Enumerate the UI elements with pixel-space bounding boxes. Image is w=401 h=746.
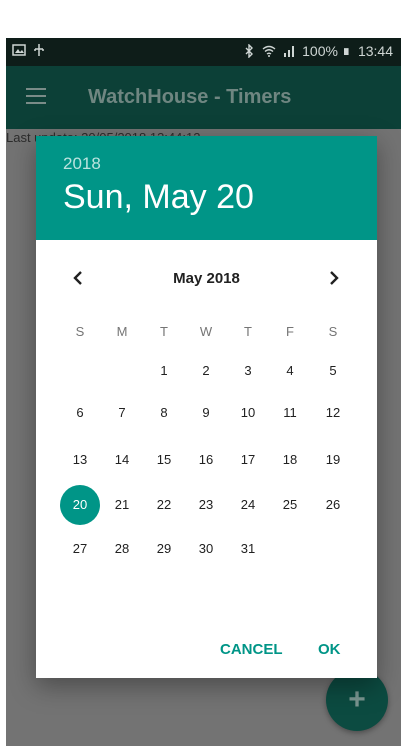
clock: 13:44 <box>357 43 393 59</box>
calendar-day[interactable]: 22 <box>144 485 184 525</box>
calendar-day[interactable]: 29 <box>144 529 184 569</box>
next-month-icon[interactable] <box>322 266 346 290</box>
calendar-day[interactable]: 3 <box>228 351 268 391</box>
usb-icon <box>34 44 44 56</box>
calendar-day[interactable]: 6 <box>60 393 100 433</box>
calendar-day[interactable]: 13 <box>60 440 100 480</box>
weekday-label: M <box>116 324 128 339</box>
date-picker-header: 2018 Sun, May 20 <box>36 136 377 240</box>
weekday-label: S <box>75 324 85 339</box>
status-bar: 100% 13:44 <box>6 38 401 66</box>
calendar-day[interactable]: 7 <box>102 393 142 433</box>
calendar-day[interactable]: 2 <box>186 351 226 391</box>
calendar-day[interactable]: 24 <box>228 485 268 525</box>
calendar-day[interactable]: 19 <box>313 440 353 480</box>
calendar-day[interactable]: 27 <box>60 529 100 569</box>
gallery-icon <box>12 44 26 56</box>
wifi-icon <box>262 45 276 57</box>
hamburger-menu-icon[interactable] <box>26 88 46 104</box>
calendar-day[interactable]: 16 <box>186 440 226 480</box>
signal-icon <box>284 46 295 57</box>
calendar-day-selected[interactable]: 20 <box>60 485 100 525</box>
weekday-label: S <box>328 324 338 339</box>
header-selected-date[interactable]: Sun, May 20 <box>63 178 254 217</box>
calendar-day[interactable]: 15 <box>144 440 184 480</box>
plus-icon: + <box>348 683 366 716</box>
ok-button[interactable]: OK <box>318 641 341 658</box>
calendar-day[interactable]: 30 <box>186 529 226 569</box>
calendar-day[interactable]: 1 <box>144 351 184 391</box>
header-year[interactable]: 2018 <box>63 154 101 174</box>
weekday-label: F <box>286 324 294 339</box>
add-timer-button[interactable]: + <box>326 669 388 731</box>
date-picker-dialog: 2018 Sun, May 20 May 2018 SMTWTFS 123456… <box>36 136 377 678</box>
calendar-day[interactable]: 5 <box>313 351 353 391</box>
calendar-day[interactable]: 18 <box>270 440 310 480</box>
calendar-day[interactable]: 11 <box>270 393 310 433</box>
calendar-day[interactable]: 10 <box>228 393 268 433</box>
bluetooth-icon <box>245 44 254 58</box>
calendar-day[interactable]: 25 <box>270 485 310 525</box>
calendar-day[interactable]: 17 <box>228 440 268 480</box>
battery-percent: 100% <box>302 43 338 59</box>
calendar-day[interactable]: 9 <box>186 393 226 433</box>
calendar-day[interactable]: 26 <box>313 485 353 525</box>
calendar-day[interactable]: 4 <box>270 351 310 391</box>
calendar-day[interactable]: 21 <box>102 485 142 525</box>
calendar-day[interactable]: 14 <box>102 440 142 480</box>
calendar-day[interactable]: 12 <box>313 393 353 433</box>
calendar-day[interactable]: 28 <box>102 529 142 569</box>
weekday-label: W <box>199 324 213 339</box>
calendar-day[interactable]: 23 <box>186 485 226 525</box>
weekday-label: T <box>160 324 168 339</box>
calendar-day[interactable]: 8 <box>144 393 184 433</box>
calendar-day[interactable]: 31 <box>228 529 268 569</box>
app-bar: WatchHouse - Timers <box>6 66 401 129</box>
battery-icon <box>343 48 349 55</box>
weekday-label: T <box>244 324 252 339</box>
cancel-button[interactable]: CANCEL <box>220 641 283 658</box>
app-title: WatchHouse - Timers <box>88 86 292 108</box>
